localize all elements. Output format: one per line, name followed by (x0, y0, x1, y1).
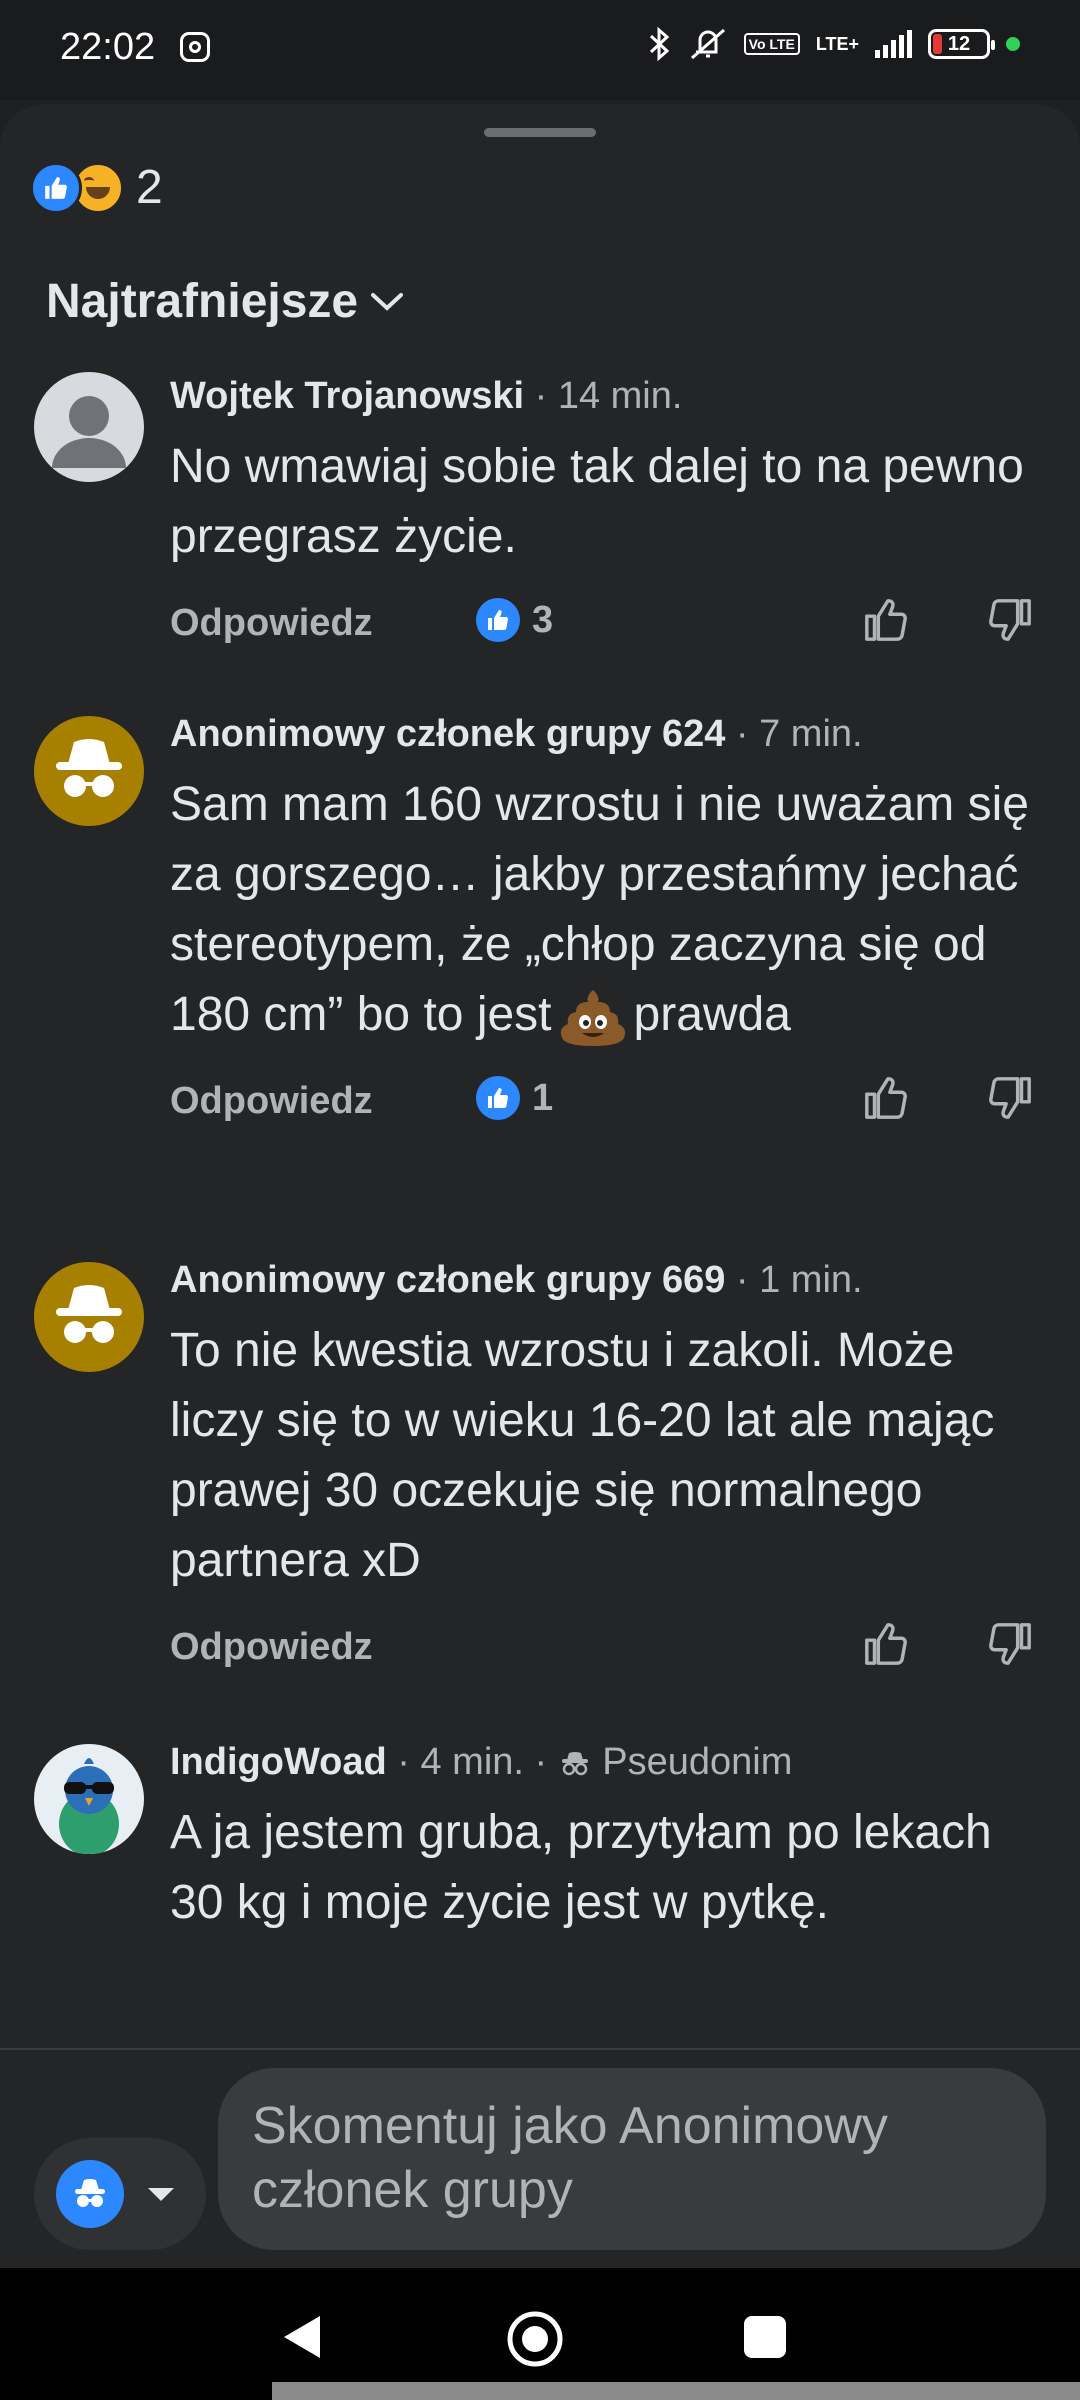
battery-icon: 12 (928, 29, 995, 59)
comment-actions: Odpowiedz 1 (170, 1070, 1050, 1140)
like-count: 3 (532, 598, 554, 641)
instagram-icon (180, 32, 210, 62)
comment-time: · 7 min. (735, 713, 863, 755)
comment-like-count[interactable]: 3 (476, 598, 553, 642)
anonymous-avatar-icon[interactable] (34, 716, 144, 826)
comment-actions: Odpowiedz (170, 1616, 1050, 1686)
pseudonym-icon (561, 1752, 588, 1776)
caret-down-icon (148, 2187, 174, 2201)
downvote-icon[interactable] (982, 1070, 1038, 1126)
back-icon[interactable] (280, 2312, 324, 2362)
upvote-icon[interactable] (858, 592, 914, 648)
poop-emoji-icon (560, 990, 625, 1047)
comment-author[interactable]: Anonimowy członek grupy 624 (170, 713, 725, 755)
anonymous-identity-icon (56, 2160, 124, 2228)
status-icons: Vo LTE LTE+ 12 (648, 26, 1020, 62)
sort-label: Najtrafniejsze (46, 275, 359, 328)
reply-button[interactable]: Odpowiedz (170, 1080, 373, 1123)
comment-text: No wmawiaj sobie tak dalej to na pewno p… (170, 440, 1024, 563)
comment-input[interactable]: Skomentuj jako Anonimowy członek grupy (218, 2068, 1046, 2250)
comment-header: IndigoWoad · 4 min. · Pseudonim (170, 1738, 1050, 1786)
comment-text-part: prawda (633, 988, 791, 1041)
bluetooth-icon (649, 26, 669, 62)
downvote-icon[interactable] (982, 592, 1038, 648)
comment-text: A ja jestem gruba, przytyłam po lekach 3… (170, 1806, 992, 1929)
downvote-icon[interactable] (982, 1616, 1038, 1672)
sheet-drag-handle[interactable] (484, 128, 596, 137)
upvote-icon[interactable] (858, 1070, 914, 1126)
avatar-default-icon[interactable] (34, 372, 144, 482)
reply-button[interactable]: Odpowiedz (170, 602, 373, 645)
vibrate-off-icon (690, 28, 725, 60)
identity-switcher[interactable] (34, 2138, 206, 2250)
comment-like-count[interactable]: 1 (476, 1076, 553, 1120)
comment-author[interactable]: Anonimowy członek grupy 669 (170, 1259, 725, 1301)
status-time: 22:02 (60, 26, 156, 68)
bird-avatar-icon[interactable] (34, 1744, 144, 1854)
comment-author[interactable]: Wojtek Trojanowski (170, 375, 524, 417)
comments-sheet: 2 Najtrafniejsze Wojtek Trojanowski · 14… (0, 104, 1080, 2268)
system-nav-bar (0, 2268, 1080, 2400)
comment-time: · 1 min. (735, 1259, 863, 1301)
comment-header: Anonimowy członek grupy 624 · 7 min. (170, 710, 1050, 758)
comment-time: · 4 min. · (397, 1741, 548, 1783)
reply-button[interactable]: Odpowiedz (170, 1626, 373, 1669)
lte-label: LTE+ (815, 34, 859, 54)
like-badge-icon (476, 598, 520, 642)
comment-actions: Odpowiedz 3 (170, 592, 1050, 662)
comment-header: Anonimowy członek grupy 669 · 1 min. (170, 1256, 1050, 1304)
chevron-down-icon (371, 292, 404, 311)
pseudonym-badge: Pseudonim (602, 1741, 793, 1783)
comment-header: Wojtek Trojanowski · 14 min. (170, 372, 1050, 420)
gesture-bar[interactable] (272, 2382, 1080, 2400)
like-badge-icon (476, 1076, 520, 1120)
comment-text: To nie kwestia wzrostu i zakoli. Może li… (170, 1324, 995, 1587)
recent-apps-icon[interactable] (744, 2316, 786, 2358)
upvote-icon[interactable] (858, 1616, 914, 1672)
status-bar: 22:02 Vo LTE LTE+ 12 (0, 0, 1080, 100)
post-reactions[interactable]: 2 (30, 160, 163, 215)
like-reaction-icon (30, 161, 82, 214)
comment-text: Sam mam 160 wzrostu i nie uważam się za … (170, 770, 1050, 1050)
signal-icon (875, 30, 912, 58)
home-icon[interactable] (506, 2310, 564, 2368)
comment-composer: Skomentuj jako Anonimowy członek grupy (0, 2050, 1080, 2268)
volte-icon: Vo LTE (743, 33, 800, 55)
comment-author[interactable]: IndigoWoad (170, 1741, 387, 1783)
like-count: 1 (532, 1076, 554, 1119)
battery-level: 12 (947, 32, 971, 55)
reaction-count: 2 (136, 161, 163, 214)
anonymous-avatar-icon[interactable] (34, 1262, 144, 1372)
comment-time: · 14 min. (534, 375, 683, 417)
privacy-dot-icon (1006, 37, 1020, 51)
sort-dropdown[interactable]: Najtrafniejsze (46, 274, 404, 329)
